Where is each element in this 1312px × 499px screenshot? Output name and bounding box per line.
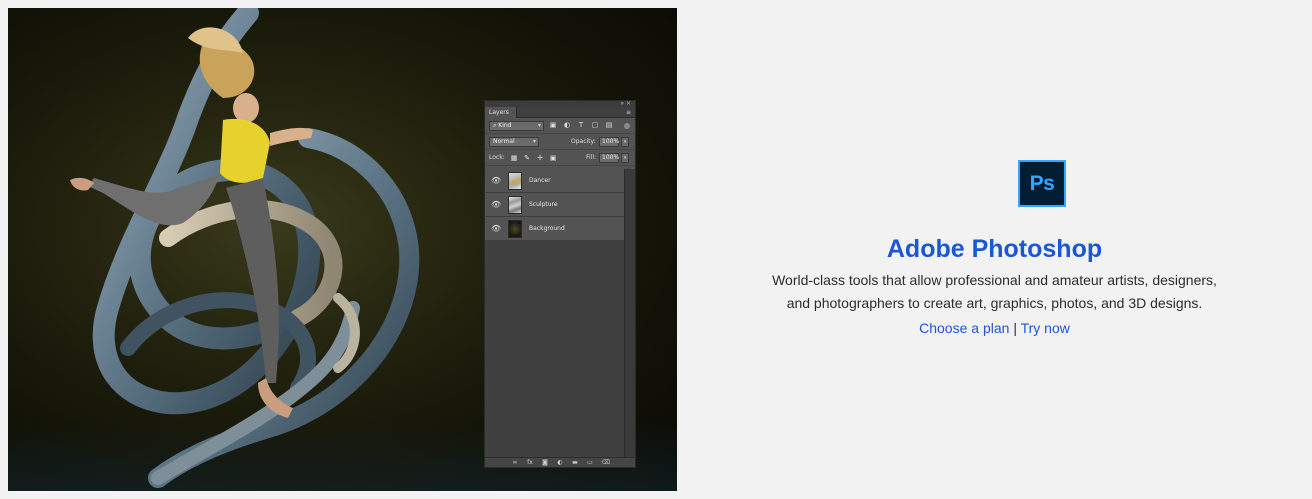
lock-row: Lock: ▦ ✎ ✛ ▣ Fill: 100% ▾ xyxy=(485,150,635,166)
fill-field[interactable]: 100% xyxy=(599,153,619,163)
opacity-field[interactable]: 100% xyxy=(599,137,619,147)
layer-row-sculpture[interactable]: 👁 Sculpture xyxy=(485,193,625,217)
opacity-label: Opacity: xyxy=(571,138,596,145)
choose-plan-link[interactable]: Choose a plan xyxy=(919,320,1009,336)
layer-thumbnail xyxy=(508,220,522,238)
type-layer-filter-icon[interactable]: T xyxy=(577,121,585,130)
smart-object-filter-icon[interactable]: ▤ xyxy=(605,121,613,130)
product-info: Ps Adobe Photoshop World-class tools tha… xyxy=(677,0,1312,499)
lock-position-icon[interactable]: ✛ xyxy=(536,153,544,163)
visibility-eye-icon[interactable]: 👁 xyxy=(491,201,501,209)
layer-thumbnail xyxy=(508,172,522,190)
layers-list: 👁 Dancer 👁 Sculpture 👁 Background xyxy=(485,169,625,459)
layer-name: Sculpture xyxy=(529,201,558,208)
blend-row: Normal ▾ Opacity: 100% ▾ xyxy=(485,134,635,150)
lock-icons: ▦ ✎ ✛ ▣ xyxy=(510,153,557,163)
lock-transparency-icon[interactable]: ▦ xyxy=(510,153,518,163)
filter-icons: ▣ ◐ T ▢ ▤ xyxy=(549,121,613,130)
group-folder-icon[interactable]: ▬ xyxy=(572,458,579,467)
layer-thumbnail xyxy=(508,196,522,214)
kind-select-value: Kind xyxy=(498,122,512,129)
cta-links: Choose a plan | Try now xyxy=(677,317,1312,339)
shape-layer-filter-icon[interactable]: ▢ xyxy=(591,121,599,130)
blend-mode-select[interactable]: Normal ▾ xyxy=(489,137,539,147)
filter-row: ⌕ Kind ▾ ▣ ◐ T ▢ ▤ xyxy=(485,118,635,134)
link-separator: | xyxy=(1013,320,1017,336)
filter-toggle[interactable] xyxy=(624,123,630,129)
hero-image: » × Layers ≡ ⌕ Kind ▾ ▣ ◐ T ▢ ▤ Normal ▾ xyxy=(8,8,677,491)
opacity-dropdown-icon[interactable]: ▾ xyxy=(621,137,629,147)
description-line-1: World-class tools that allow professiona… xyxy=(772,272,1217,288)
tab-layers[interactable]: Layers xyxy=(485,107,517,118)
trash-icon[interactable]: ⌫ xyxy=(602,458,610,467)
chevron-down-icon: ▾ xyxy=(532,138,536,145)
new-layer-icon[interactable]: ▭ xyxy=(587,458,594,467)
layer-row-background[interactable]: 👁 Background xyxy=(485,217,625,241)
layers-panel: » × Layers ≡ ⌕ Kind ▾ ▣ ◐ T ▢ ▤ Normal ▾ xyxy=(484,100,636,468)
product-title: Adobe Photoshop xyxy=(886,235,1103,263)
fx-icon[interactable]: fx xyxy=(527,458,534,467)
panel-menu-icon[interactable]: ≡ xyxy=(626,107,631,118)
layers-scrollbar[interactable] xyxy=(624,169,635,459)
kind-filter-select[interactable]: ⌕ Kind ▾ xyxy=(489,121,544,131)
layer-name: Background xyxy=(529,225,565,232)
layer-row-dancer[interactable]: 👁 Dancer xyxy=(485,169,625,193)
visibility-eye-icon[interactable]: 👁 xyxy=(491,177,501,185)
visibility-eye-icon[interactable]: 👁 xyxy=(491,225,501,233)
chevron-down-icon: ▾ xyxy=(537,122,541,129)
panel-tab-bar: Layers ≡ xyxy=(485,107,635,118)
panel-footer: ∞ fx ◙ ◐ ▬ ▭ ⌫ xyxy=(485,457,635,467)
photoshop-logo: Ps xyxy=(1018,160,1066,207)
description-line-2: and photographers to create art, graphic… xyxy=(786,295,1203,311)
lock-all-icon[interactable]: ▣ xyxy=(549,153,557,163)
pixel-layer-filter-icon[interactable]: ▣ xyxy=(549,121,557,130)
blend-mode-value: Normal xyxy=(493,138,515,145)
layer-mask-icon[interactable]: ◙ xyxy=(542,458,549,467)
lock-brush-icon[interactable]: ✎ xyxy=(523,153,531,163)
adjustment-layer-icon[interactable]: ◐ xyxy=(557,458,564,467)
fill-dropdown-icon[interactable]: ▾ xyxy=(621,153,629,163)
adjustment-layer-filter-icon[interactable]: ◐ xyxy=(563,121,571,130)
fill-label: Fill: xyxy=(586,154,597,161)
link-layers-icon[interactable]: ∞ xyxy=(512,458,519,467)
product-description: World-class tools that allow professiona… xyxy=(677,269,1312,315)
lock-label: Lock: xyxy=(489,154,505,161)
try-now-link[interactable]: Try now xyxy=(1021,320,1070,336)
layer-name: Dancer xyxy=(529,177,551,184)
